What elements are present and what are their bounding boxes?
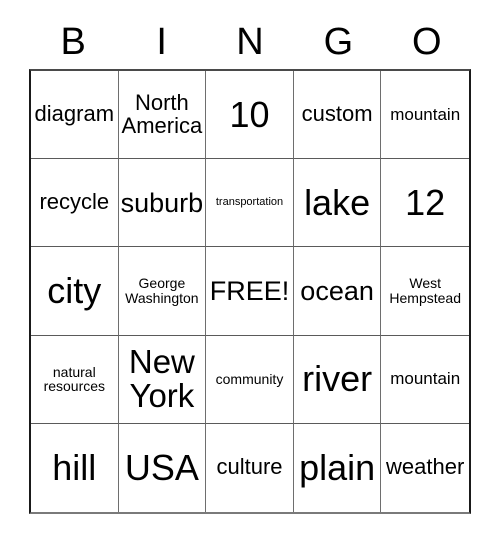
bingo-cell[interactable]: culture — [206, 423, 294, 512]
bingo-header: B I N G O — [29, 17, 471, 67]
bingo-cell[interactable]: lake — [293, 159, 382, 248]
bingo-cell-label: culture — [216, 454, 283, 480]
bingo-cell-label: lake — [304, 182, 371, 224]
header-letter-n: N — [236, 21, 264, 63]
bingo-cell-label: hill — [52, 447, 97, 489]
bingo-cell[interactable]: George Washington — [118, 247, 207, 336]
bingo-cell-label: diagram — [34, 101, 115, 127]
bingo-cell[interactable]: North America — [118, 71, 207, 160]
bingo-cell-label: plain — [299, 447, 376, 489]
bingo-cell-label: 10 — [229, 93, 270, 135]
header-letter-g: G — [323, 21, 354, 63]
bingo-cell-label: suburb — [120, 187, 204, 218]
bingo-cell-free[interactable]: FREE! — [206, 247, 294, 336]
bingo-cell-label: New York — [128, 342, 195, 415]
bingo-cell[interactable]: natural resources — [31, 335, 119, 424]
bingo-cell-label: USA — [124, 447, 199, 489]
header-letter-i: I — [156, 21, 167, 63]
bingo-cell-label: North America — [121, 89, 203, 138]
bingo-cell[interactable]: mountain — [381, 71, 469, 160]
bingo-cell-label: transportation — [215, 196, 284, 209]
bingo-cell[interactable]: suburb — [118, 159, 207, 248]
bingo-cell[interactable]: hill — [31, 423, 119, 512]
header-letter-b: B — [60, 21, 86, 63]
bingo-cell-label: mountain — [390, 104, 461, 124]
bingo-cell[interactable]: ocean — [293, 247, 382, 336]
bingo-cell[interactable]: diagram — [31, 71, 119, 160]
bingo-cell-label: ocean — [300, 275, 374, 306]
bingo-cell[interactable]: river — [293, 335, 382, 424]
bingo-cell-label: mountain — [390, 369, 461, 389]
bingo-cell[interactable]: weather — [381, 423, 469, 512]
bingo-cell[interactable]: 12 — [381, 159, 469, 248]
bingo-cell[interactable]: custom — [293, 71, 382, 160]
bingo-cell-label: city — [47, 270, 102, 312]
bingo-cell-label: natural resources — [43, 363, 106, 395]
bingo-cell-label: George Washington — [125, 275, 199, 306]
bingo-cell-label: recycle — [39, 189, 110, 215]
bingo-cell[interactable]: West Hempstead — [381, 247, 469, 336]
header-letter-o: O — [412, 21, 442, 63]
bingo-cell-label: weather — [386, 454, 465, 480]
bingo-cell-label: 12 — [405, 182, 446, 224]
bingo-cell-label: river — [302, 358, 373, 400]
bingo-cell-label: custom — [301, 101, 373, 127]
bingo-cell[interactable]: plain — [293, 423, 382, 512]
bingo-card: B I N G O diagram North America 10 custo… — [0, 0, 500, 544]
bingo-cell[interactable]: community — [206, 335, 294, 424]
bingo-cell[interactable]: New York — [118, 335, 207, 424]
bingo-cell[interactable]: mountain — [381, 335, 469, 424]
bingo-cell-label: FREE! — [209, 275, 290, 306]
bingo-grid: diagram North America 10 custom mountain… — [29, 69, 471, 514]
bingo-cell-label: community — [215, 370, 284, 387]
bingo-cell[interactable]: transportation — [206, 159, 294, 248]
bingo-cell[interactable]: 10 — [206, 71, 294, 160]
bingo-cell-label: West Hempstead — [389, 275, 461, 306]
bingo-cell[interactable]: city — [31, 247, 119, 336]
bingo-cell[interactable]: USA — [118, 423, 207, 512]
bingo-cell[interactable]: recycle — [31, 159, 119, 248]
